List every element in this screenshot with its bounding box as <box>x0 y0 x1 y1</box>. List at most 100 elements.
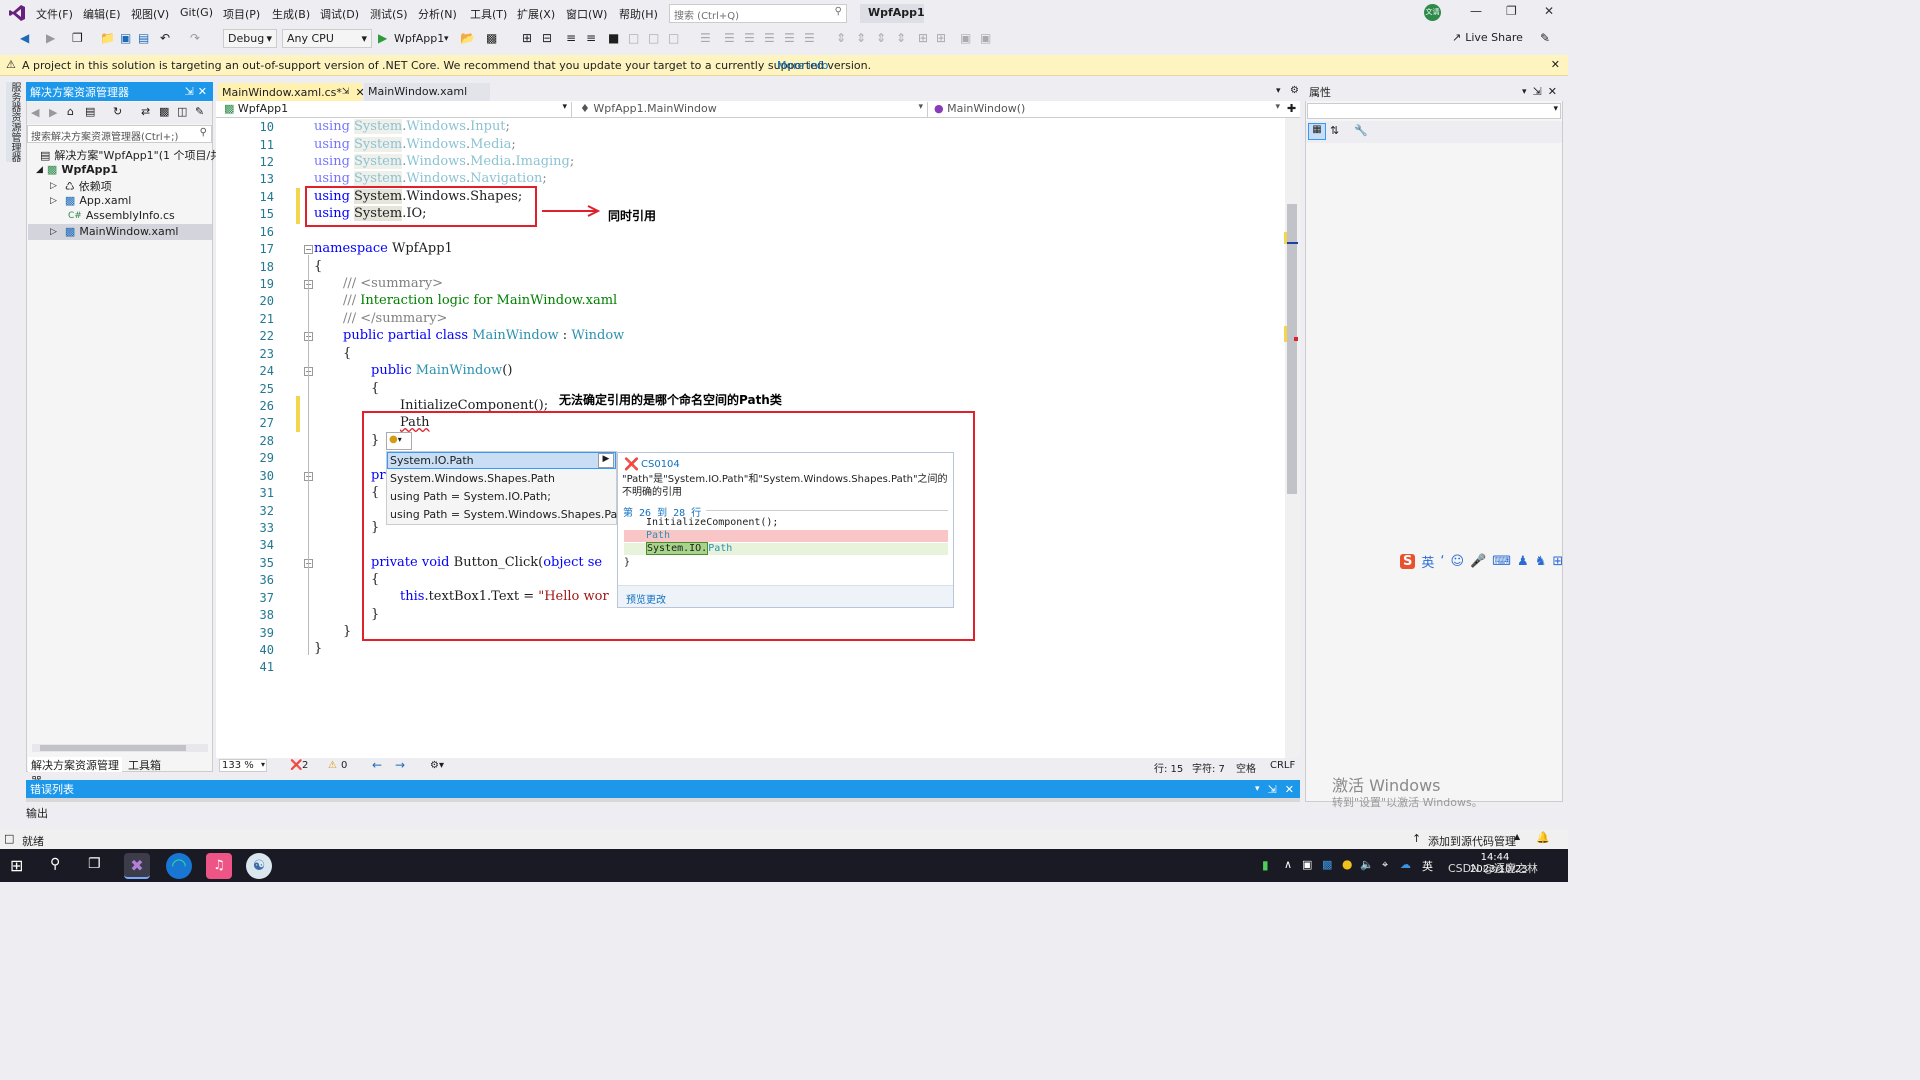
quick-action-item[interactable]: using Path = System.Windows.Shapes.Path; <box>390 508 632 521</box>
tab-list-icon[interactable]: ▾ <box>1276 86 1281 96</box>
quick-actions-button[interactable]: ●▾ <box>386 432 412 450</box>
menu-debug[interactable]: 调试(D) <box>320 6 359 22</box>
pending-changes-icon[interactable]: ↻ <box>113 105 122 118</box>
toolbar-tool-icon[interactable]: ⊞ <box>522 31 532 45</box>
align-icon[interactable]: ☰ <box>700 31 711 45</box>
emoji-icon[interactable]: ☺ <box>1451 554 1465 569</box>
member-dropdown[interactable]: ● MainWindow() ▾ <box>930 102 1284 117</box>
align-icon[interactable]: ☰ <box>784 31 795 45</box>
preview-changes-link[interactable]: 预览更改 <box>626 591 666 606</box>
menu-help[interactable]: 帮助(H) <box>619 6 658 22</box>
sogou-logo-icon[interactable]: S <box>1400 553 1416 569</box>
tab-mainwindow-xaml[interactable]: MainWindow.xaml <box>364 83 490 101</box>
bookmark-next-icon[interactable]: □ <box>648 31 659 45</box>
minimize-icon[interactable]: — <box>1470 4 1482 18</box>
skin-icon[interactable]: ♞ <box>1535 554 1547 569</box>
project-dropdown[interactable]: ▩ WpfApp1 ▾ <box>220 102 572 117</box>
menu-file[interactable]: 文件(F) <box>36 6 73 22</box>
battery-icon[interactable]: ▮ <box>1262 858 1269 872</box>
horizontal-scrollbar[interactable] <box>32 744 208 752</box>
capture-icon[interactable]: ▩ <box>486 31 497 45</box>
tab-toolbox[interactable]: 工具箱 <box>128 757 168 773</box>
new-project-icon[interactable]: ❐ <box>72 31 83 45</box>
visual-studio-taskbar-icon[interactable]: ✖ <box>124 853 150 879</box>
chevron-down-icon[interactable]: ▾ <box>444 34 449 44</box>
tray-chevron-icon[interactable]: ∧ <box>1284 858 1292 871</box>
properties-object-select[interactable]: ▾ <box>1307 103 1561 119</box>
menu-git[interactable]: Git(G) <box>180 6 213 19</box>
bookmark-prev-icon[interactable]: □ <box>628 31 639 45</box>
user-icon[interactable]: ♟ <box>1517 554 1529 569</box>
scrollbar-thumb[interactable] <box>1287 204 1297 494</box>
pin-icon[interactable]: ⇲ <box>342 87 350 97</box>
restore-icon[interactable]: ❐ <box>1506 4 1517 18</box>
align-icon[interactable]: ☰ <box>804 31 815 45</box>
more-info-link[interactable]: More info <box>777 59 828 72</box>
avatar[interactable]: 文请 <box>1424 4 1441 21</box>
collapsed-icon[interactable]: ▷ <box>50 227 57 237</box>
run-target-button[interactable]: WpfApp1 <box>394 32 444 45</box>
menu-extensions[interactable]: 扩展(X) <box>517 6 555 22</box>
code-cleanup-icon[interactable]: ⚙▾ <box>430 760 444 771</box>
categorized-icon[interactable]: ▦ <box>1308 123 1326 140</box>
feedback-icon[interactable]: ✎ <box>1540 31 1550 45</box>
display-icon[interactable]: ▣ <box>1302 858 1312 871</box>
search-icon[interactable]: ⚲ <box>50 856 60 872</box>
tray-app-icon[interactable]: ☁ <box>1400 858 1411 871</box>
close-icon[interactable]: ✕ <box>1544 4 1554 18</box>
save-icon[interactable]: ▣ <box>120 31 131 45</box>
collapsed-icon[interactable]: ▷ <box>50 181 57 191</box>
collapsed-icon[interactable]: ▷ <box>50 196 57 206</box>
quick-action-item[interactable]: System.Windows.Shapes.Path <box>390 472 555 485</box>
center-icon[interactable]: ⊞ <box>936 31 946 45</box>
align-icon[interactable]: ☰ <box>724 31 735 45</box>
home-icon[interactable]: ⌂ <box>67 105 74 118</box>
warning-count[interactable]: 0 <box>341 760 347 771</box>
back-icon[interactable]: ◀ <box>20 31 29 45</box>
zoom-select[interactable]: 133 % ▾ <box>219 759 267 772</box>
forward-icon[interactable]: ▶ <box>49 106 57 119</box>
add-to-source-control-button[interactable]: 添加到源代码管理 <box>1428 833 1516 849</box>
run-icon[interactable]: ▶ <box>378 31 387 45</box>
menu-grid-icon[interactable]: ⊞ <box>1552 554 1563 569</box>
wrench-icon[interactable]: 🔧 <box>1354 124 1368 137</box>
error-list-title[interactable]: 错误列表 <box>30 781 74 797</box>
menu-analyze[interactable]: 分析(N) <box>418 6 457 22</box>
tree-item-mainwindow-xaml[interactable]: ▷ ▩ MainWindow.xaml <box>50 225 178 238</box>
collapse-all-icon[interactable]: ▩ <box>159 105 169 118</box>
type-dropdown[interactable]: ♦ WpfApp1.MainWindow ▾ <box>576 102 928 117</box>
chat-app-icon[interactable]: ☯ <box>246 853 272 879</box>
collapse-icon[interactable]: − <box>304 245 313 254</box>
redo-icon[interactable]: ↷ <box>190 31 200 45</box>
menu-view[interactable]: 视图(V) <box>131 6 169 22</box>
save-all-icon[interactable]: ▤ <box>138 31 149 45</box>
server-explorer-tab[interactable]: 服务器资源管理器 <box>6 82 20 162</box>
order-icon[interactable]: ▣ <box>980 31 991 45</box>
error-count[interactable]: 2 <box>302 760 308 771</box>
close-icon[interactable]: ✕ <box>1548 85 1557 98</box>
next-issue-icon[interactable]: → <box>395 758 405 772</box>
align-icon[interactable]: ☰ <box>744 31 755 45</box>
menu-tools[interactable]: 工具(T) <box>470 6 507 22</box>
forward-icon[interactable]: ▶ <box>46 31 55 45</box>
solution-search-input[interactable]: 搜索解决方案资源管理器(Ctrl+;) ⚲ <box>27 125 212 143</box>
start-icon[interactable]: ⊞ <box>10 856 23 875</box>
menu-edit[interactable]: 编辑(E) <box>83 6 121 22</box>
chevron-down-icon[interactable]: ▾ <box>1255 784 1260 794</box>
search-input[interactable]: 搜索 (Ctrl+Q) ⚲ <box>669 4 847 23</box>
settings-icon[interactable]: ⚙ <box>1290 85 1299 96</box>
configuration-select[interactable]: Debug ▾ <box>223 29 277 48</box>
menu-project[interactable]: 项目(P) <box>223 6 260 22</box>
bookmark-clear-icon[interactable]: □ <box>668 31 679 45</box>
browse-icon[interactable]: 📂 <box>460 31 475 45</box>
error-code-link[interactable]: CS0104 <box>641 459 680 470</box>
close-icon[interactable]: ✕ <box>1285 783 1294 796</box>
tab-mainwindow-xaml-cs[interactable]: MainWindow.xaml.cs* ⇲ ✕ <box>218 83 365 101</box>
pin-icon[interactable]: ⇲ <box>1268 783 1277 796</box>
tree-item-app-xaml[interactable]: ▷ ▩ App.xaml <box>50 194 131 207</box>
back-icon[interactable]: ◀ <box>31 106 39 119</box>
network-icon[interactable]: ⌖ <box>1382 858 1388 872</box>
spacing-icon[interactable]: ⇕ <box>836 31 846 45</box>
spacing-icon[interactable]: ⇕ <box>856 31 866 45</box>
undo-icon[interactable]: ↶ <box>160 31 170 45</box>
